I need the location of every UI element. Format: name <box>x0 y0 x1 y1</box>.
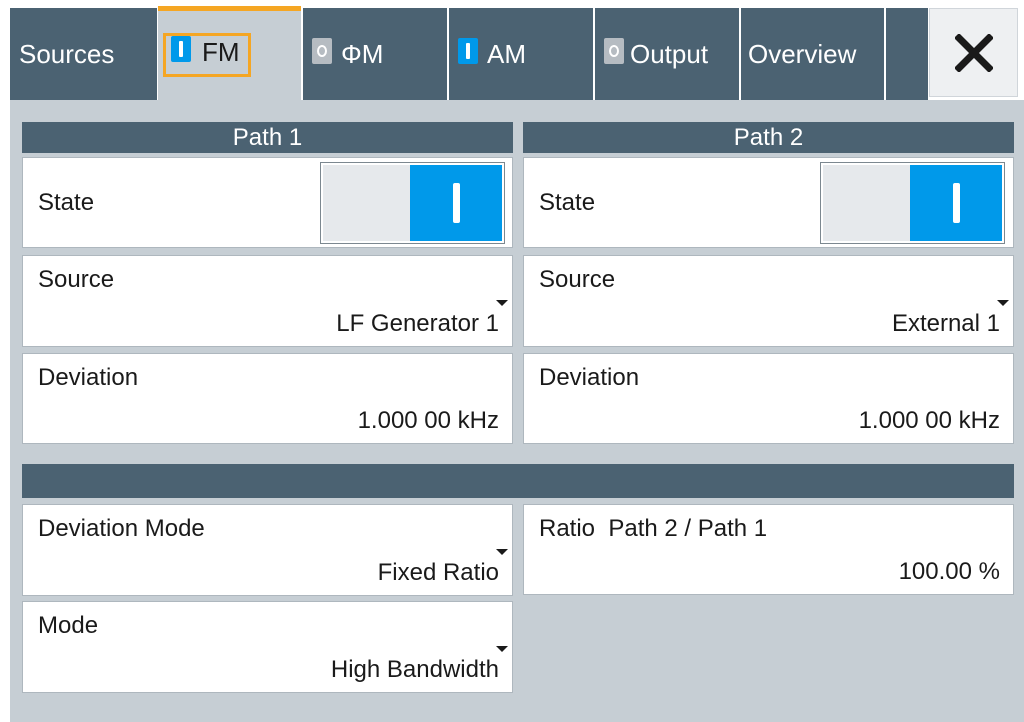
mode-dropdown[interactable]: Mode High Bandwidth <box>22 601 513 693</box>
path2-state-toggle[interactable] <box>820 162 1005 244</box>
toggle-on-knob <box>410 165 502 241</box>
path1-state-row: State <box>22 157 513 248</box>
mode-value: High Bandwidth <box>330 656 499 683</box>
path1-state-label: State <box>38 189 95 216</box>
tab-bar-filler <box>886 8 928 100</box>
path2-deviation-field[interactable]: Deviation 1.000 00 kHz <box>523 353 1014 444</box>
path1-state-toggle[interactable] <box>320 162 505 244</box>
path2-header: Path 2 <box>523 122 1014 153</box>
ratio-label: Ratio Path 2 / Path 1 <box>539 515 768 542</box>
fm-settings-dialog: Sources FM ΦM AM Output Overview Path 1 … <box>10 0 1024 722</box>
tab-sources-label: Sources <box>19 39 115 69</box>
path2-source-label: Source <box>539 266 616 293</box>
phim-state-off-icon <box>312 38 332 64</box>
dropdown-arrow-icon <box>496 646 508 652</box>
tab-am-label: AM <box>487 39 526 69</box>
deviation-mode-value: Fixed Ratio <box>377 559 499 586</box>
toggle-track <box>823 165 915 241</box>
path1-deviation-value: 1.000 00 kHz <box>357 407 499 434</box>
ratio-field[interactable]: Ratio Path 2 / Path 1 100.00 % <box>523 504 1014 595</box>
tab-sources[interactable]: Sources <box>10 8 157 100</box>
tab-phim-label: ΦM <box>341 39 384 69</box>
am-state-on-icon <box>458 38 478 64</box>
path2-deviation-label: Deviation <box>539 364 640 391</box>
path2-source-value: External 1 <box>891 310 1000 337</box>
mode-label: Mode <box>38 612 99 639</box>
tab-phim[interactable]: ΦM <box>303 8 447 100</box>
path2-state-label: State <box>539 189 596 216</box>
dropdown-arrow-icon <box>997 300 1009 306</box>
path1-header: Path 1 <box>22 122 513 153</box>
close-button[interactable] <box>929 8 1018 97</box>
path1-deviation-label: Deviation <box>38 364 139 391</box>
deviation-mode-label: Deviation Mode <box>38 515 205 542</box>
tab-output[interactable]: Output <box>595 8 739 100</box>
tab-fm[interactable]: FM <box>158 6 301 100</box>
toggle-on-knob <box>910 165 1002 241</box>
close-icon <box>955 34 993 72</box>
fm-state-on-icon <box>171 36 191 62</box>
common-section-header <box>22 464 1014 498</box>
path1-source-label: Source <box>38 266 115 293</box>
path2-deviation-value: 1.000 00 kHz <box>858 407 1000 434</box>
deviation-mode-dropdown[interactable]: Deviation Mode Fixed Ratio <box>22 504 513 596</box>
tab-overview[interactable]: Overview <box>741 8 884 100</box>
tab-output-label: Output <box>630 39 709 69</box>
dropdown-arrow-icon <box>496 300 508 306</box>
path1-source-dropdown[interactable]: Source LF Generator 1 <box>22 255 513 347</box>
dropdown-arrow-icon <box>496 549 508 555</box>
output-state-off-icon <box>604 38 624 64</box>
tab-am[interactable]: AM <box>449 8 593 100</box>
ratio-value: 100.00 % <box>898 558 1000 585</box>
toggle-track <box>323 165 415 241</box>
tab-bar: Sources FM ΦM AM Output Overview <box>10 0 1024 100</box>
path1-source-value: LF Generator 1 <box>336 310 499 337</box>
tab-fm-label: FM <box>202 37 240 67</box>
path1-deviation-field[interactable]: Deviation 1.000 00 kHz <box>22 353 513 444</box>
path2-source-dropdown[interactable]: Source External 1 <box>523 255 1014 347</box>
tab-overview-label: Overview <box>748 39 857 69</box>
path2-state-row: State <box>523 157 1014 248</box>
